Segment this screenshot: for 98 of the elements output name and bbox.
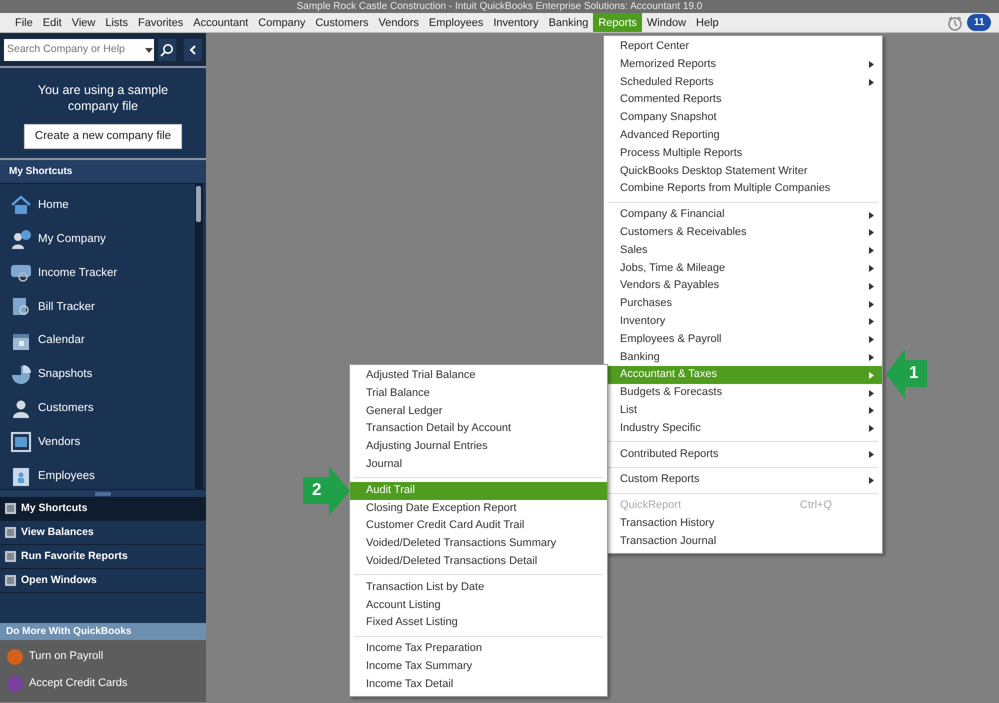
menu-item[interactable]: Banking	[604, 348, 882, 366]
menu-item[interactable]: Favorites	[132, 13, 188, 32]
menu-item[interactable]: Income Tax Detail	[350, 676, 607, 694]
menu-item[interactable]: Account Listing	[350, 596, 607, 614]
menu-item[interactable]: Commented Reports	[604, 91, 882, 110]
menu-item[interactable]: Transaction History	[604, 514, 882, 533]
window-title: Sample Rock Castle Construction - Intuit QuickBooks Enterprise Solutions: Accountant 19.0	[0, 0, 999, 13]
panel-icon	[5, 527, 16, 538]
menu-item[interactable]: Contributed Reports	[604, 446, 882, 464]
person-icon	[10, 228, 32, 251]
menu-item[interactable]: Company	[253, 13, 310, 32]
menu-item[interactable]: File	[10, 13, 38, 32]
menu-item[interactable]: Accountant	[188, 13, 254, 32]
menu-item[interactable]: Jobs, Time & Mileage	[604, 260, 882, 278]
menu-item[interactable]: Closing Date Exception Report	[350, 500, 607, 518]
menu-item[interactable]: Employees	[424, 13, 488, 32]
caret-icon	[144, 46, 154, 54]
menu-item[interactable]: Scheduled Reports	[604, 74, 882, 92]
menu-item[interactable]: Sales	[604, 242, 882, 260]
callout-arrow	[303, 466, 350, 516]
menu-item[interactable]: Transaction List by Date	[350, 578, 607, 597]
menu-item[interactable]: Industry Specific	[604, 420, 882, 438]
badge-icon	[10, 465, 32, 488]
menu-item[interactable]: Inventory	[488, 13, 544, 32]
scrollbar[interactable]	[195, 184, 203, 489]
menu-item[interactable]: View	[66, 13, 100, 32]
search-icon	[160, 42, 174, 56]
menu-item[interactable]: List	[604, 402, 882, 420]
step-number: 2	[312, 480, 322, 500]
menu-item[interactable]: Edit	[38, 13, 67, 32]
nav-item[interactable]: View Balances	[0, 521, 206, 545]
shortcut-item[interactable]: Vendors	[0, 426, 195, 460]
menu-item[interactable]: Transaction Journal	[604, 532, 882, 551]
chevron-left-icon	[189, 44, 197, 54]
menu-item[interactable]: Help	[691, 13, 724, 32]
splitter-handle-icon	[95, 492, 111, 496]
promo-item[interactable]: Turn on Payroll	[0, 643, 206, 670]
menu-item[interactable]: Customer Credit Card Audit Trail	[350, 517, 607, 536]
panel-icon	[5, 575, 16, 586]
menu-item[interactable]: Company & Financial	[604, 206, 882, 224]
menu-item[interactable]: Employees & Payroll	[604, 330, 882, 349]
section-header: My Shortcuts	[0, 160, 206, 184]
menu-item[interactable]: Adjusted Trial Balance	[350, 367, 607, 385]
panel-icon	[5, 503, 16, 514]
menu-item[interactable]: Income Tax Summary	[350, 658, 607, 676]
shortcut-item[interactable]: Calendar	[0, 324, 195, 358]
shortcut-item[interactable]: My Company	[0, 222, 195, 257]
menu-item[interactable]: Vendors & Payables	[604, 277, 882, 296]
notice-text: You are using a sample company file	[36, 82, 170, 114]
shortcut-item[interactable]: Customers	[0, 392, 195, 426]
menu-item[interactable]: Purchases	[604, 295, 882, 313]
section-header: Do More With QuickBooks	[0, 623, 206, 640]
nav-item[interactable]: My Shortcuts	[0, 497, 206, 521]
menu-item[interactable]: Vendors	[374, 13, 424, 32]
collapse-button[interactable]	[184, 38, 202, 60]
menu-item[interactable]: Company Snapshot	[604, 109, 882, 127]
menu-item[interactable]: QuickBooks Desktop Statement Writer	[604, 162, 882, 180]
search-field[interactable]: Search Company or Help	[4, 38, 154, 60]
shortcut-item[interactable]: Bill Tracker	[0, 290, 195, 324]
person-icon	[10, 398, 32, 420]
menu-item[interactable]: Journal	[350, 456, 607, 474]
menu-item[interactable]: Inventory	[604, 312, 882, 331]
menu-item[interactable]: Income Tax Preparation	[350, 640, 607, 658]
notification-count[interactable]: 11	[967, 14, 991, 31]
menu-item[interactable]: General Ledger	[350, 402, 607, 420]
menu-item[interactable]: Fixed Asset Listing	[350, 614, 607, 632]
panel-icon	[5, 551, 16, 562]
create-company-button[interactable]: Create a new company file	[24, 124, 182, 150]
shortcut-item[interactable]: Income Tracker	[0, 256, 195, 290]
menu-item[interactable]: Voided/Deleted Transactions Detail	[350, 552, 607, 571]
menu-item[interactable]: Trial Balance	[350, 384, 607, 403]
menu-item[interactable]: Window	[642, 13, 692, 32]
menu-item[interactable]: Lists	[100, 13, 133, 32]
pie-chart-icon	[10, 364, 32, 386]
shortcut-item[interactable]: Home	[0, 189, 195, 223]
shortcut-item[interactable]: Snapshots	[0, 358, 195, 392]
house-icon	[10, 194, 32, 217]
search-button[interactable]	[158, 38, 176, 60]
menu-item[interactable]: Custom Reports	[604, 471, 882, 490]
menu-item[interactable]: Report Center	[604, 38, 882, 56]
menu-item[interactable]: Voided/Deleted Transactions Summary	[350, 535, 607, 553]
nav-item[interactable]: Open Windows	[0, 569, 206, 593]
menu-item[interactable]: Memorized Reports	[604, 56, 882, 74]
menu-item[interactable]: Budgets & Forecasts	[604, 384, 882, 402]
step-number: 1	[909, 363, 918, 383]
shortcut-item[interactable]: Employees	[0, 459, 195, 494]
menu-item[interactable]: Adjusting Journal Entries	[350, 438, 607, 456]
menu-item[interactable]: Banking	[544, 13, 594, 32]
alarm-clock-icon	[947, 14, 964, 30]
menu-item[interactable]: Customers	[310, 13, 374, 32]
nav-item[interactable]: Run Favorite Reports	[0, 545, 206, 569]
chat-bubble-icon	[10, 262, 32, 284]
menu-item[interactable]: Customers & Receivables	[604, 224, 882, 242]
menu-item[interactable]: Process Multiple Reports	[604, 144, 882, 163]
menu-item[interactable]: Transaction Detail by Account	[350, 420, 607, 438]
menu-item[interactable]: Advanced Reporting	[604, 126, 882, 145]
menu-item[interactable]: Combine Reports from Multiple Companies	[604, 180, 882, 198]
promo-item[interactable]: Accept Credit Cards	[0, 670, 206, 697]
